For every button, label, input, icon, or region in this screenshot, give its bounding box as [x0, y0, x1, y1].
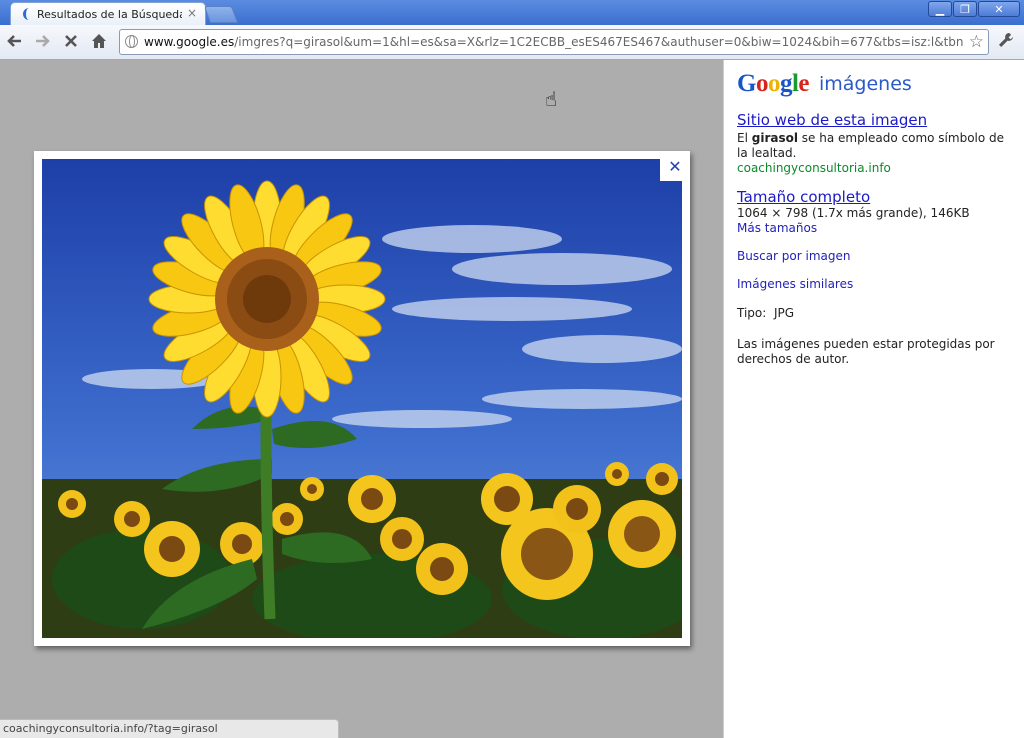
hand-cursor-icon: ☝ [545, 87, 558, 111]
close-window-button[interactable]: ✕ [978, 1, 1020, 17]
image-dimensions: 1064 × 798 (1.7x más grande), 146KB [737, 206, 970, 220]
address-bar[interactable]: www.google.es/imgres?q=girasol&um=1&hl=e… [119, 29, 989, 55]
stop-loading-icon[interactable] [60, 31, 82, 53]
home-icon[interactable] [88, 31, 110, 53]
source-domain[interactable]: coachingyconsultoria.info [737, 161, 891, 175]
site-link[interactable]: Sitio web de esta imagen [737, 111, 927, 129]
image-description: El girasol se ha empleado como símbolo d… [737, 131, 1005, 160]
dimmed-results-overlay[interactable]: ✕ ☝ [0, 60, 723, 738]
new-tab-button[interactable] [203, 6, 239, 23]
wrench-menu-icon[interactable] [997, 31, 1015, 53]
minimize-button[interactable]: ▁ [928, 1, 952, 17]
logo-subtitle: imágenes [819, 73, 912, 95]
copyright-notice: Las imágenes pueden estar protegidas por… [737, 337, 995, 366]
similar-images-link[interactable]: Imágenes similares [737, 277, 853, 291]
page-content: ✕ ☝ Google imágenes Sitio web de esta im… [0, 60, 1024, 738]
close-preview-icon[interactable]: ✕ [660, 154, 690, 181]
status-bar: coachingyconsultoria.info/?tag=girasol [0, 719, 339, 738]
image-type: Tipo: JPG [737, 306, 795, 320]
bookmark-star-icon[interactable]: ☆ [969, 32, 984, 52]
back-arrow-icon[interactable] [4, 31, 26, 53]
url-text[interactable]: www.google.es/imgres?q=girasol&um=1&hl=e… [144, 35, 964, 49]
tab-title: Resultados de la Búsqueda de [37, 8, 182, 21]
forward-arrow-icon[interactable] [31, 31, 53, 53]
globe-icon [125, 35, 138, 48]
loading-spinner-icon [23, 8, 33, 20]
tab-close-icon[interactable]: × [187, 6, 197, 20]
full-size-link[interactable]: Tamaño completo [737, 188, 870, 206]
browser-toolbar: www.google.es/imgres?q=girasol&um=1&hl=e… [0, 25, 1024, 60]
window-titlebar: Resultados de la Búsqueda de × ▁ ❐ ✕ [0, 0, 1024, 25]
image-preview-frame: ✕ [34, 151, 690, 646]
more-sizes-link[interactable]: Más tamaños [737, 221, 817, 235]
tab-active[interactable]: Resultados de la Búsqueda de × [10, 2, 206, 25]
search-by-image-link[interactable]: Buscar por imagen [737, 249, 850, 263]
google-logo[interactable]: Google [737, 70, 809, 98]
image-info-panel: Google imágenes Sitio web de esta imagen… [723, 60, 1024, 738]
maximize-button[interactable]: ❐ [953, 1, 977, 17]
sunflower-photo[interactable] [42, 159, 682, 638]
